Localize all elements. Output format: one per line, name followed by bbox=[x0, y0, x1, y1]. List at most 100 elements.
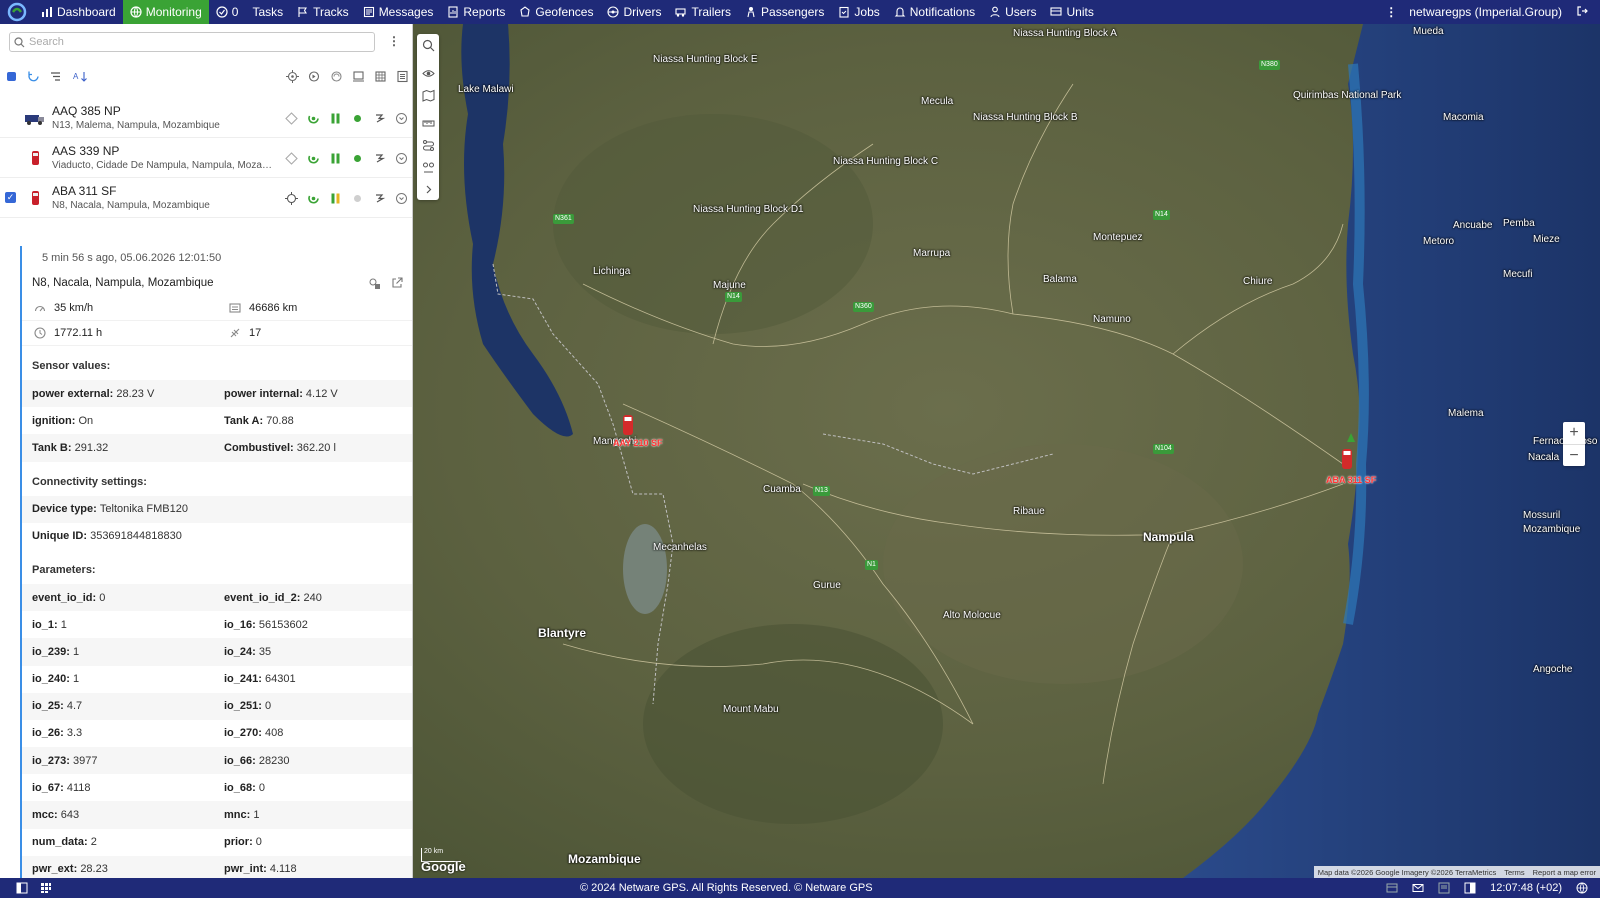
unit-row[interactable]: AAS 339 NP Viaducto, Cidade De Nampula, … bbox=[0, 138, 412, 178]
follow-icon[interactable] bbox=[303, 65, 325, 87]
events-icon[interactable] bbox=[1386, 882, 1398, 894]
chevron-right-icon[interactable] bbox=[417, 178, 439, 200]
locate-icon[interactable] bbox=[280, 190, 302, 206]
nav-drivers[interactable]: Drivers bbox=[600, 0, 668, 24]
connection-status-icon[interactable] bbox=[302, 110, 324, 126]
sensor-name: Tank B bbox=[32, 441, 68, 454]
zoom-in-button[interactable]: + bbox=[1563, 422, 1585, 444]
nav-jobs[interactable]: Jobs bbox=[831, 0, 886, 24]
map-view[interactable]: Niassa Hunting Block E Niassa Hunting Blo… bbox=[413, 24, 1600, 878]
unit-menu-icon[interactable] bbox=[390, 110, 412, 126]
map-search-icon[interactable] bbox=[417, 34, 439, 56]
unit-row[interactable]: ✓ ABA 311 SF N8, Nacala, Nampula, Mozamb… bbox=[0, 178, 412, 218]
visibility-icon[interactable] bbox=[417, 62, 439, 84]
search-options-icon[interactable]: ⋮ bbox=[388, 34, 400, 48]
satellites-value: 17 bbox=[249, 327, 262, 339]
map-place-label: Cuamba bbox=[763, 484, 801, 495]
ruler-icon[interactable] bbox=[417, 112, 439, 134]
logout-icon[interactable] bbox=[1576, 5, 1600, 20]
pause-icon[interactable] bbox=[324, 190, 346, 206]
driver-icon[interactable] bbox=[347, 65, 369, 87]
parameter-name: pwr_ext bbox=[32, 863, 74, 876]
connection-status-icon[interactable] bbox=[302, 190, 324, 206]
parameter-name: io_270 bbox=[224, 727, 259, 740]
parameter-name: io_251 bbox=[224, 700, 259, 713]
unit-menu-icon[interactable] bbox=[390, 150, 412, 166]
messages-icon[interactable] bbox=[391, 65, 412, 87]
user-icon bbox=[990, 6, 1000, 18]
nav-units[interactable]: Units bbox=[1043, 0, 1100, 24]
app-logo[interactable] bbox=[0, 0, 34, 24]
driver-assign-icon[interactable] bbox=[368, 150, 390, 166]
sort-icon[interactable]: A bbox=[66, 65, 96, 87]
locate-icon[interactable] bbox=[281, 65, 303, 87]
satellite-icon bbox=[230, 328, 240, 338]
unit-checkbox[interactable] bbox=[5, 112, 16, 123]
separator: : bbox=[263, 863, 270, 876]
refresh-icon[interactable] bbox=[22, 65, 44, 87]
unit-checkbox-checked[interactable]: ✓ bbox=[5, 192, 16, 203]
locate-icon[interactable] bbox=[280, 110, 302, 126]
map-layers-icon[interactable] bbox=[417, 84, 439, 106]
zoom-out-button[interactable]: − bbox=[1563, 444, 1585, 466]
tracks-icon[interactable] bbox=[369, 65, 391, 87]
account-name[interactable]: netwaregps (Imperial.Group) bbox=[1409, 5, 1576, 19]
server-time: 12:07:48 (+02) bbox=[1490, 882, 1562, 894]
globe-icon[interactable] bbox=[1576, 882, 1588, 894]
status-dot bbox=[346, 150, 368, 166]
parameter-name: num_data bbox=[32, 836, 84, 849]
unit-row[interactable]: AAQ 385 NP N13, Malema, Nampula, Mozambi… bbox=[0, 98, 412, 138]
nav-tracks[interactable]: Tracks bbox=[290, 0, 356, 24]
search-input[interactable] bbox=[29, 36, 359, 48]
attribution-text: Map data ©2026 Google Imagery ©2026 Terr… bbox=[1317, 867, 1497, 877]
nav-reports[interactable]: Reports bbox=[440, 0, 512, 24]
terms-link[interactable]: Terms bbox=[1504, 868, 1524, 877]
parameter-name: event_io_id_2 bbox=[224, 591, 297, 604]
pause-icon[interactable] bbox=[324, 110, 346, 126]
locate-icon[interactable] bbox=[280, 150, 302, 166]
google-logo: Google bbox=[421, 859, 466, 874]
notifications-window-icon[interactable] bbox=[1438, 882, 1450, 894]
nav-dashboard[interactable]: Dashboard bbox=[34, 0, 123, 24]
driver-assign-icon[interactable] bbox=[368, 110, 390, 126]
nav-geofences[interactable]: Geofences bbox=[512, 0, 600, 24]
nav-passengers[interactable]: Passengers bbox=[738, 0, 831, 24]
unit-checkbox[interactable] bbox=[5, 152, 16, 163]
grid-icon[interactable] bbox=[40, 882, 52, 894]
nav-notifications[interactable]: Notifications bbox=[887, 0, 982, 24]
external-link-icon[interactable] bbox=[391, 276, 403, 289]
panel-toggle-icon[interactable] bbox=[16, 882, 28, 894]
nav-trailers[interactable]: Trailers bbox=[668, 0, 738, 24]
connection-status-icon[interactable] bbox=[302, 150, 324, 166]
select-all-checkbox[interactable] bbox=[0, 65, 22, 87]
nav-messages[interactable]: Messages bbox=[356, 0, 441, 24]
driver-assign-icon[interactable] bbox=[368, 190, 390, 206]
vehicle-marker[interactable] bbox=[621, 414, 635, 439]
vehicle-marker[interactable] bbox=[1340, 448, 1354, 473]
route-icon[interactable] bbox=[417, 134, 439, 156]
unit-menu-icon[interactable] bbox=[390, 190, 412, 206]
parameter-cell: pwr_ext: 28.23 bbox=[22, 863, 214, 875]
street-view-icon[interactable] bbox=[368, 277, 381, 290]
map-place-label: Niassa Hunting Block B bbox=[973, 112, 1078, 123]
mail-icon[interactable] bbox=[1412, 882, 1424, 894]
top-navigation: Dashboard Monitoring 0 Tasks Tracks Mess… bbox=[0, 0, 1600, 24]
connection-icon[interactable] bbox=[325, 65, 347, 87]
nav-monitoring[interactable]: Monitoring bbox=[122, 0, 209, 24]
parameter-value: 35 bbox=[258, 645, 272, 658]
nearest-units-icon[interactable] bbox=[417, 156, 439, 178]
parameter-value: 408 bbox=[264, 727, 284, 740]
report-error-link[interactable]: Report a map error bbox=[1533, 868, 1596, 877]
nav-users[interactable]: Users bbox=[982, 0, 1043, 24]
truck-icon bbox=[1050, 7, 1063, 16]
parameter-cell: pwr_int: 4.118 bbox=[214, 863, 406, 875]
map-place-label: Pemba bbox=[1503, 218, 1535, 229]
nav-tasks-count[interactable]: 0 bbox=[209, 0, 246, 24]
group-list-icon[interactable] bbox=[44, 65, 66, 87]
more-menu-icon[interactable]: ⋮ bbox=[1373, 5, 1409, 19]
nav-tasks[interactable]: Tasks bbox=[245, 0, 290, 24]
layout-icon[interactable] bbox=[1464, 882, 1476, 894]
pause-icon[interactable] bbox=[324, 150, 346, 166]
map-place-label: Mozambique bbox=[1523, 524, 1581, 535]
parameter-row: event_io_id: 0 event_io_id_2: 240 bbox=[22, 583, 412, 612]
